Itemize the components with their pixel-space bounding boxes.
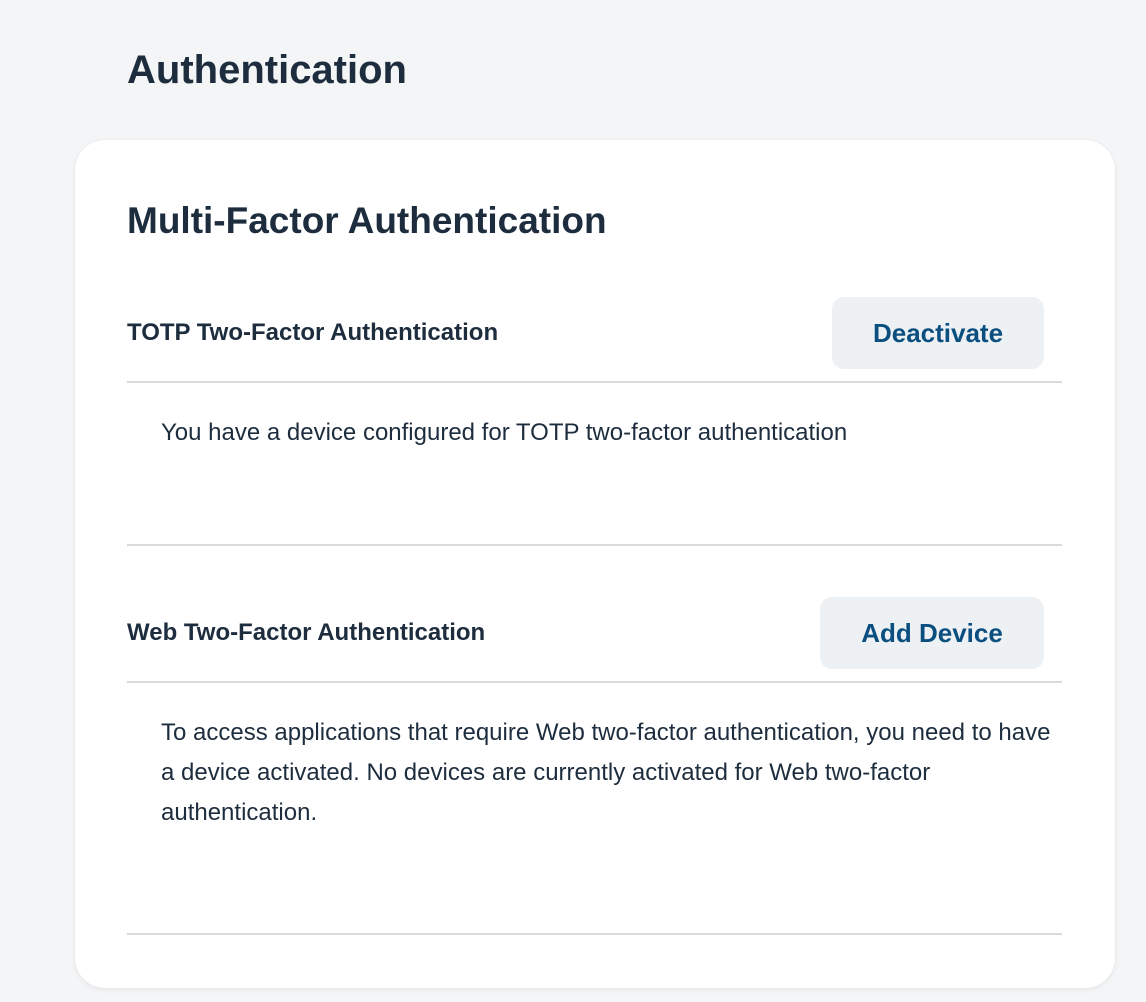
totp-description: You have a device configured for TOTP tw… bbox=[127, 383, 1062, 546]
add-device-button[interactable]: Add Device bbox=[820, 597, 1044, 669]
totp-section: TOTP Two-Factor Authentication Deactivat… bbox=[127, 297, 1062, 546]
web-2fa-section-header: Web Two-Factor Authentication Add Device bbox=[127, 597, 1062, 683]
web-2fa-section-title: Web Two-Factor Authentication bbox=[127, 619, 486, 646]
web-2fa-section: Web Two-Factor Authentication Add Device… bbox=[127, 597, 1062, 935]
totp-section-title: TOTP Two-Factor Authentication bbox=[127, 319, 499, 346]
page-title: Authentication bbox=[127, 48, 407, 92]
card-title: Multi-Factor Authentication bbox=[127, 200, 607, 241]
totp-section-header: TOTP Two-Factor Authentication Deactivat… bbox=[127, 297, 1062, 383]
deactivate-button[interactable]: Deactivate bbox=[832, 297, 1044, 369]
web-2fa-description: To access applications that require Web … bbox=[127, 683, 1062, 935]
mfa-card: Multi-Factor Authentication TOTP Two-Fac… bbox=[75, 140, 1115, 988]
